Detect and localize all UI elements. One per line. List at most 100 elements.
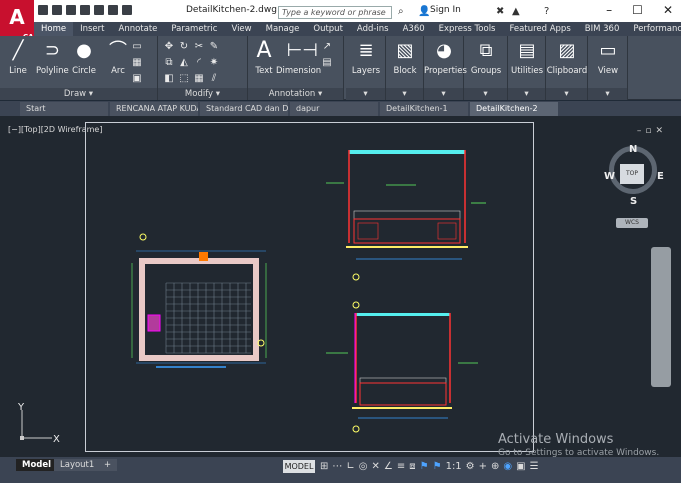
ribbon-tab-bim-360[interactable]: BIM 360 <box>578 22 627 36</box>
clipboard-panel-expand[interactable]: ▾ <box>546 88 587 100</box>
block-panel-expand[interactable]: ▾ <box>386 88 423 100</box>
open-icon[interactable] <box>52 5 62 15</box>
maximize-icon[interactable]: ☐ <box>632 3 643 17</box>
viewport-controls[interactable]: –▫✕ <box>637 126 667 136</box>
annotation-scale-value[interactable]: 1:1 <box>446 461 462 472</box>
ribbon-tab-view[interactable]: View <box>224 22 258 36</box>
snap-icon[interactable]: ⋯ <box>332 461 342 472</box>
erase-icon[interactable]: ✎ <box>207 40 221 55</box>
ribbon-tab-insert[interactable]: Insert <box>73 22 111 36</box>
utilities-panel[interactable]: ▤ Utilities ▾ <box>508 36 546 100</box>
draw-panel-title[interactable]: Draw ▾ <box>0 88 157 100</box>
layout-tab-layout1[interactable]: Layout1 <box>54 459 101 471</box>
region-icon[interactable]: ▣ <box>130 72 144 87</box>
viewcube-east[interactable]: E <box>657 171 664 182</box>
save-icon[interactable] <box>66 5 76 15</box>
layers-panel-expand[interactable]: ▾ <box>346 88 385 100</box>
file-tab-5[interactable]: DetailKitchen-2 <box>470 102 558 116</box>
modify-panel-title[interactable]: Modify ▾ <box>158 88 247 100</box>
view-panel-expand[interactable]: ▾ <box>588 88 627 100</box>
drawing-canvas[interactable]: [−][Top][2D Wireframe] –▫✕ TOP N S E W W… <box>0 116 681 458</box>
file-tab-3[interactable]: dapur <box>290 102 378 116</box>
block-tool[interactable]: ▧ Block <box>386 40 424 76</box>
annotation-scale-icon[interactable]: ⚑ <box>433 461 442 472</box>
sign-in-button[interactable]: Sign In <box>430 5 461 15</box>
undo-icon[interactable] <box>108 5 118 15</box>
help-icon[interactable]: ? <box>544 6 549 17</box>
layers-panel[interactable]: ≣ Layers ▾ <box>346 36 386 100</box>
ribbon-tab-manage[interactable]: Manage <box>259 22 307 36</box>
offset-icon[interactable]: ⫽ <box>207 72 221 87</box>
arc-tool[interactable]: ⌒ Arc <box>106 40 130 76</box>
isolate-icon[interactable]: ◉ <box>503 461 512 472</box>
print-icon[interactable] <box>94 5 104 15</box>
utilities-tool[interactable]: ▤ Utilities <box>508 40 546 76</box>
ribbon-tab-performance[interactable]: Performance <box>626 22 681 36</box>
workspace-gear-icon[interactable]: ⚙ <box>466 461 475 472</box>
properties-panel-expand[interactable]: ▾ <box>424 88 463 100</box>
ribbon-tab-featured-apps[interactable]: Featured Apps <box>503 22 578 36</box>
properties-tool[interactable]: ◕ Properties <box>424 40 467 76</box>
viewcube-south[interactable]: S <box>630 196 637 207</box>
new-icon[interactable] <box>38 5 48 15</box>
grid-icon[interactable]: ⊞ <box>320 461 328 472</box>
ortho-icon[interactable]: ∟ <box>346 461 354 472</box>
ribbon-tab-a360[interactable]: A360 <box>396 22 432 36</box>
save-as-icon[interactable] <box>80 5 90 15</box>
rectangle-icon[interactable]: ▭ <box>130 40 144 55</box>
utilities-panel-expand[interactable]: ▾ <box>508 88 545 100</box>
rotate-icon[interactable]: ↻ <box>177 40 191 55</box>
leader-icon[interactable]: ↗ <box>320 40 334 55</box>
clipboard-panel[interactable]: ▨ Clipboard ▾ <box>546 36 588 100</box>
polyline-tool[interactable]: ⊃ Polyline <box>36 40 69 76</box>
ribbon-tab-annotate[interactable]: Annotate <box>112 22 165 36</box>
groups-panel-expand[interactable]: ▾ <box>464 88 507 100</box>
ribbon-tab-express-tools[interactable]: Express Tools <box>432 22 503 36</box>
layout-tab-model[interactable]: Model <box>16 459 58 471</box>
search-input[interactable]: Type a keyword or phrase <box>278 6 392 19</box>
viewcube-top[interactable]: TOP <box>620 164 644 184</box>
add-layout-button[interactable]: + <box>98 459 118 471</box>
viewport-frame[interactable] <box>85 122 534 452</box>
hardware-acceleration-icon[interactable]: ▣ <box>516 461 525 472</box>
file-tab-2[interactable]: Standard CAD dan Detail_Baja <box>200 102 288 116</box>
stretch-icon[interactable]: ◧ <box>162 72 176 87</box>
fillet-icon[interactable]: ◜ <box>192 56 206 71</box>
hatch-icon[interactable]: ▦ <box>130 56 144 71</box>
ribbon-tab-output[interactable]: Output <box>306 22 350 36</box>
user-icon[interactable]: 👤 <box>418 6 430 17</box>
clipboard-tool[interactable]: ▨ Clipboard <box>546 40 588 76</box>
osnap-icon[interactable]: ✕ <box>372 461 380 472</box>
line-tool[interactable]: ╱ Line <box>6 40 30 76</box>
layers-tool[interactable]: ≣ Layers <box>346 40 386 76</box>
file-tab-1[interactable]: RENCANA ATAP KUDA-KUDA BAJA <box>110 102 198 116</box>
ribbon-tab-parametric[interactable]: Parametric <box>164 22 224 36</box>
file-tab-4[interactable]: DetailKitchen-1 <box>380 102 468 116</box>
explode-icon[interactable]: ✷ <box>207 56 221 71</box>
scale-icon[interactable]: ⬚ <box>177 72 191 87</box>
trim-icon[interactable]: ✂ <box>192 40 206 55</box>
properties-panel[interactable]: ◕ Properties ▾ <box>424 36 467 100</box>
table-icon[interactable]: ▤ <box>320 56 334 71</box>
application-menu-button[interactable]: ACAD <box>0 0 39 41</box>
ribbon-tab-add-ins[interactable]: Add-ins <box>350 22 396 36</box>
navigation-bar[interactable] <box>651 247 671 387</box>
copy-icon[interactable]: ⧉ <box>162 56 176 71</box>
annotation-panel-title[interactable]: Annotation ▾ <box>248 88 343 100</box>
text-tool[interactable]: A Text <box>252 40 276 77</box>
polar-icon[interactable]: ◎ <box>359 461 368 472</box>
a360-icon[interactable]: ▲ <box>512 6 520 17</box>
view-tool[interactable]: ▭ View <box>588 40 628 76</box>
clean-screen-icon[interactable]: ☰ <box>530 461 539 472</box>
selection-cycling-icon[interactable]: ⧈ <box>409 461 415 472</box>
redo-icon[interactable] <box>122 5 132 15</box>
annotation-visibility-icon[interactable]: ⚑ <box>420 461 429 472</box>
viewcube-north[interactable]: N <box>629 144 637 155</box>
binoculars-icon[interactable]: ⌕ <box>398 6 404 17</box>
dimension-tool[interactable]: ⊢⊣ Dimension <box>276 40 321 76</box>
groups-tool[interactable]: ⧉ Groups <box>464 40 508 76</box>
mirror-icon[interactable]: ◭ <box>177 56 191 71</box>
ribbon-tab-home[interactable]: Home <box>34 22 74 36</box>
minimize-icon[interactable]: – <box>606 3 612 17</box>
circle-tool[interactable]: ● Circle <box>72 40 96 76</box>
